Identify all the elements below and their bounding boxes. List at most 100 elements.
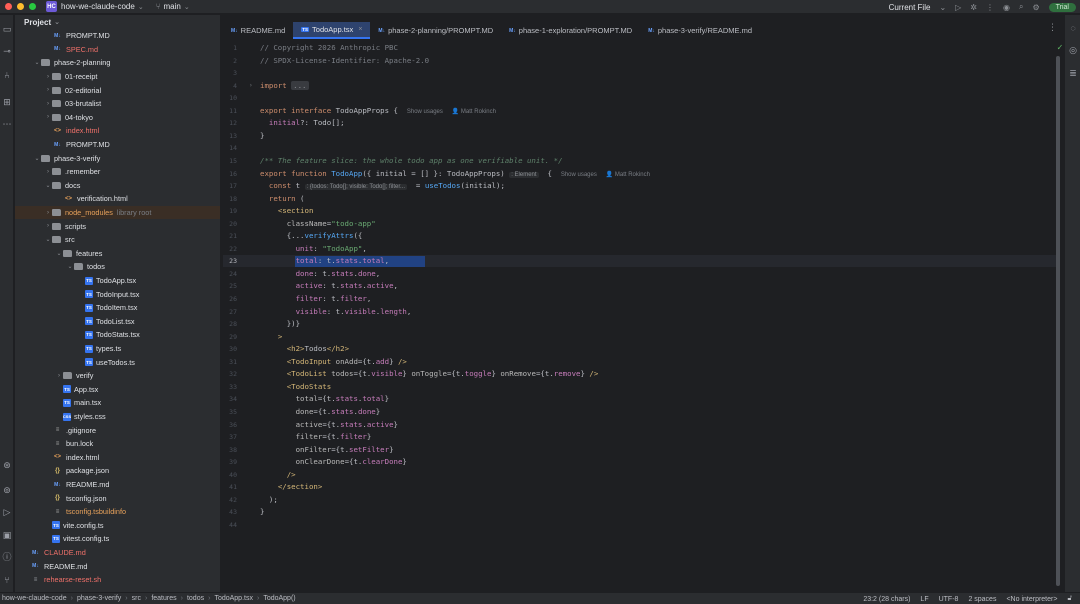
code-line[interactable]: </section> xyxy=(260,482,323,491)
line-number[interactable]: 29 xyxy=(223,333,237,341)
breadcrumb-item[interactable]: TodoApp() xyxy=(263,595,295,602)
database-icon[interactable]: ≣ xyxy=(1068,68,1078,79)
tree-folder[interactable]: ⌄ todos xyxy=(15,260,220,274)
code-line[interactable]: /** The feature slice: the whole todo ap… xyxy=(260,156,563,165)
chevron-right-icon[interactable]: › xyxy=(44,74,52,80)
editor-tab[interactable]: M↓ phase-1-exploration/PROMPT.MD xyxy=(501,22,640,39)
code-line[interactable]: onClearDone={t.clearDone} xyxy=(260,457,407,466)
chevron-right-icon[interactable]: › xyxy=(44,169,52,175)
tree-folder[interactable]: ⌄ phase-2-planning xyxy=(15,56,220,70)
line-number[interactable]: 4 xyxy=(223,82,237,90)
code-line[interactable]: <TodoInput onAdd={t.add} /> xyxy=(260,357,407,366)
code-line[interactable]: {...verifyAttrs({ xyxy=(260,231,363,240)
chevron-down-icon[interactable]: ⌄ xyxy=(44,236,52,243)
chevron-right-icon[interactable]: › xyxy=(44,210,52,216)
indent-settings[interactable]: 2 spaces xyxy=(968,596,996,603)
line-number[interactable]: 12 xyxy=(223,119,237,127)
tree-file[interactable]: TS TodoInput.tsx xyxy=(15,287,220,301)
close-tab-icon[interactable]: × xyxy=(358,26,362,33)
tree-file[interactable]: ≡ rehearse-reset.sh xyxy=(15,573,220,587)
tree-folder[interactable]: › .remember xyxy=(15,165,220,179)
code-line[interactable]: done={t.stats.done} xyxy=(260,407,381,416)
terminal-icon[interactable]: ▣ xyxy=(2,530,12,540)
code-line[interactable]: total={t.stats.total} xyxy=(260,394,389,403)
search-icon[interactable]: ⌕ xyxy=(1019,2,1023,12)
debug-icon[interactable]: ✲ xyxy=(970,3,977,12)
tree-file[interactable]: TS TodoItem.tsx xyxy=(15,301,220,315)
tree-file[interactable]: {} tsconfig.json xyxy=(15,491,220,505)
code-line[interactable]: > xyxy=(260,332,282,341)
editor-tab[interactable]: M↓ phase-2-planning/PROMPT.MD xyxy=(370,22,501,39)
code-editor[interactable]: 1 // Copyright 2026 Anthropic PBC 2 // SPDX… xyxy=(223,40,1063,592)
line-number[interactable]: 39 xyxy=(223,458,237,466)
code-line[interactable]: // Copyright 2026 Anthropic PBC xyxy=(260,43,398,52)
tree-file[interactable]: TS vitest.config.ts xyxy=(15,532,220,546)
ai-assistant-icon[interactable]: ◉ xyxy=(1003,3,1010,12)
code-line[interactable]: active={t.stats.active} xyxy=(260,420,398,429)
chevron-right-icon[interactable]: › xyxy=(44,223,52,229)
tree-file[interactable]: TS App.tsx xyxy=(15,383,220,397)
line-number[interactable]: 16 xyxy=(223,170,237,178)
chevron-down-icon[interactable]: ⌄ xyxy=(66,263,74,270)
settings-gear-icon[interactable]: ⚙ xyxy=(1032,3,1039,12)
maximize-window-button[interactable] xyxy=(29,3,36,10)
breadcrumb-item[interactable]: todos xyxy=(187,595,204,602)
project-switcher[interactable]: how-we-claude-code xyxy=(61,2,135,11)
line-number[interactable]: 1 xyxy=(223,44,237,52)
code-line[interactable]: total: t.stats.total, xyxy=(260,256,389,265)
problems-icon[interactable]: ⓘ xyxy=(2,552,12,562)
chevron-right-icon[interactable]: › xyxy=(44,101,52,107)
tree-folder[interactable]: › 03-brutalist xyxy=(15,97,220,111)
line-number[interactable]: 41 xyxy=(223,483,237,491)
close-window-button[interactable] xyxy=(5,3,12,10)
chevron-down-icon[interactable]: ⌄ xyxy=(44,182,52,189)
code-line[interactable]: filter: t.filter, xyxy=(260,294,372,303)
code-line[interactable]: <section xyxy=(260,206,314,215)
line-number[interactable]: 34 xyxy=(223,395,237,403)
line-number[interactable]: 3 xyxy=(223,69,237,77)
code-line[interactable]: // SPDX-License-Identifier: Apache-2.0 xyxy=(260,56,429,65)
services-icon[interactable]: ⊚ xyxy=(2,485,12,495)
tree-file[interactable]: M↓ PROMPT.MD xyxy=(15,138,220,152)
code-line[interactable]: /> xyxy=(260,470,296,479)
tree-file[interactable]: <> verification.html xyxy=(15,192,220,206)
tree-file[interactable]: ≡ .gitignore xyxy=(15,423,220,437)
code-line[interactable]: })} xyxy=(260,319,300,328)
editor-scrollbar[interactable] xyxy=(1056,56,1060,586)
breadcrumb-item[interactable]: how-we-claude-code xyxy=(2,595,67,602)
line-number[interactable]: 20 xyxy=(223,220,237,228)
editor-tab[interactable]: M↓ phase-3-verify/README.md xyxy=(640,22,760,39)
tree-folder[interactable]: › 04-tokyo xyxy=(15,111,220,125)
tree-file[interactable]: CSS styles.css xyxy=(15,410,220,424)
structure-icon[interactable]: ⊞ xyxy=(2,97,12,107)
tree-file[interactable]: TS TodoStats.tsx xyxy=(15,328,220,342)
code-line[interactable]: className="todo-app" xyxy=(260,219,376,228)
tree-folder[interactable]: › verify xyxy=(15,369,220,383)
tree-file[interactable]: M↓ PROMPT.MD xyxy=(15,29,220,43)
line-number[interactable]: 44 xyxy=(223,521,237,529)
more-tools-icon[interactable]: ⋯ xyxy=(2,119,12,129)
code-line[interactable]: import ... xyxy=(260,80,309,90)
notifications-icon[interactable]: ◌ xyxy=(1068,23,1078,33)
code-line[interactable]: onFilter={t.setFilter} xyxy=(260,445,394,454)
tree-file[interactable]: <> index.html xyxy=(15,451,220,465)
caret-position[interactable]: 23:2 (28 chars) xyxy=(863,596,910,603)
code-line[interactable]: ); xyxy=(260,495,278,504)
chevron-down-icon[interactable]: ⌄ xyxy=(55,250,63,257)
line-number[interactable]: 14 xyxy=(223,144,237,152)
line-number[interactable]: 42 xyxy=(223,496,237,504)
line-number[interactable]: 11 xyxy=(223,107,237,115)
line-number[interactable]: 40 xyxy=(223,471,237,479)
breadcrumb-item[interactable]: features xyxy=(151,595,176,602)
code-line[interactable]: } xyxy=(260,131,264,140)
plugins-icon[interactable]: ⊛ xyxy=(2,460,12,470)
line-number[interactable]: 36 xyxy=(223,421,237,429)
code-line[interactable]: active: t.stats.active, xyxy=(260,281,398,290)
tree-folder[interactable]: ⌄ src xyxy=(15,233,220,247)
file-encoding[interactable]: UTF-8 xyxy=(939,596,959,603)
line-number[interactable]: 21 xyxy=(223,232,237,240)
line-separator[interactable]: LF xyxy=(920,596,928,603)
chevron-right-icon[interactable]: › xyxy=(55,373,63,379)
minimize-window-button[interactable] xyxy=(17,3,24,10)
code-line[interactable]: done: t.stats.done, xyxy=(260,269,381,278)
